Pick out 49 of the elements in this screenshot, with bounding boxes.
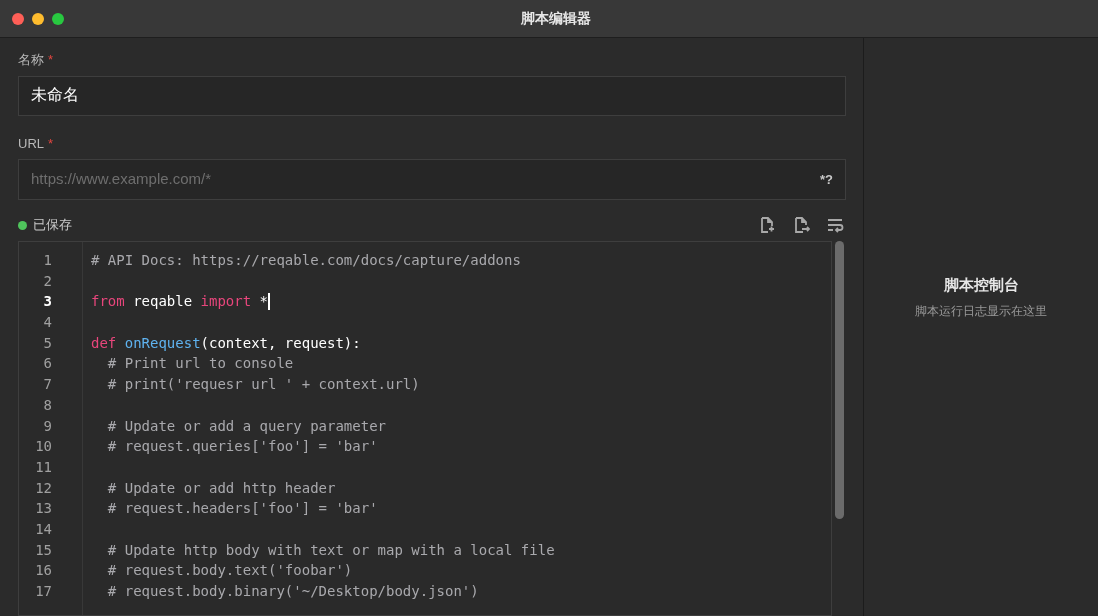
line-number: 4	[42, 313, 53, 333]
line-number: 3	[42, 292, 53, 312]
code-line: # API Docs: https://reqable.com/docs/capture/addons	[91, 251, 521, 270]
line-number: 9	[42, 416, 53, 436]
line-number: 6	[42, 354, 53, 374]
code-line: def onRequest(context, request):	[91, 333, 361, 353]
line-number: 15	[34, 540, 53, 560]
required-mark: *	[48, 51, 54, 69]
maximize-window-button[interactable]	[52, 12, 64, 25]
console-title: 脚本控制台	[943, 274, 1019, 295]
code-line: # request.headers['foo'] = 'bar'	[106, 499, 378, 519]
window-title: 脚本编辑器	[521, 9, 591, 28]
word-wrap-icon[interactable]	[826, 216, 844, 234]
file-export-icon[interactable]	[792, 216, 810, 234]
line-number: 17	[34, 582, 53, 601]
code-line: # Update or add http header	[106, 478, 336, 498]
line-number: 2	[42, 271, 53, 291]
line-number: 14	[34, 519, 53, 539]
line-number: 10	[34, 437, 53, 457]
line-number: 13	[34, 499, 53, 519]
code-line: # Print url to console	[106, 354, 294, 374]
code-line: # Update or add a query parameter	[106, 416, 386, 436]
saved-status-text: 已保存	[33, 216, 72, 235]
code-line: # request.queries['foo'] = 'bar'	[106, 437, 378, 457]
file-import-icon[interactable]	[758, 216, 776, 234]
close-window-button[interactable]	[12, 12, 24, 25]
code-line: # Update http body with text or map with a local file	[106, 540, 555, 560]
url-label: URL	[18, 134, 44, 153]
code-line: # request.body.binary('~/Desktop/body.json')	[106, 582, 479, 601]
wildcard-help-button[interactable]: *?	[820, 169, 833, 190]
required-mark: *	[48, 134, 54, 153]
line-number: 1	[42, 251, 53, 270]
code-line: # request.body.text('foobar')	[106, 561, 353, 581]
url-input-field[interactable]: https://www.example.com/* *?	[18, 159, 846, 200]
name-input-field[interactable]: 未命名	[18, 75, 846, 116]
console-empty-hint: 脚本运行日志显示在这里	[915, 303, 1047, 321]
line-number: 12	[34, 478, 53, 498]
line-number: 5	[42, 333, 53, 353]
text-cursor	[268, 293, 270, 311]
line-number: 16	[34, 561, 53, 581]
minimize-window-button[interactable]	[32, 12, 44, 25]
code-line: from reqable import *	[91, 292, 268, 312]
code-editor[interactable]	[18, 241, 832, 616]
code-line: # print('requesr url ' + context.url)	[106, 375, 420, 395]
name-label: 名称	[18, 51, 44, 69]
line-number: 8	[42, 395, 53, 415]
scrollbar-thumb[interactable]	[834, 241, 844, 519]
line-number: 11	[34, 457, 53, 477]
line-number: 7	[42, 375, 53, 395]
